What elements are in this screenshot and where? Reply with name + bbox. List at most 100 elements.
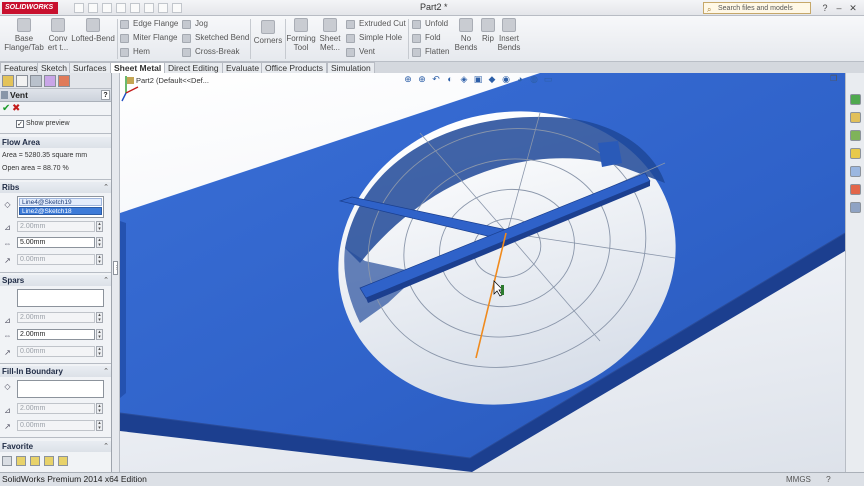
solidworks-logo[interactable]: SOLIDWORKS bbox=[2, 2, 58, 14]
edit-appearance-icon[interactable]: ◕ bbox=[515, 74, 525, 84]
undo-icon[interactable] bbox=[130, 3, 140, 13]
spars-depth-field[interactable]: 2.00mm bbox=[17, 312, 95, 323]
left-flange[interactable] bbox=[120, 221, 126, 398]
collapse-icon[interactable]: ⌃ bbox=[103, 182, 109, 193]
jog-button[interactable]: Jog bbox=[182, 18, 208, 30]
forming-tool-button[interactable]: Forming Tool bbox=[286, 18, 316, 52]
ribs-width-field[interactable]: 5.00mm bbox=[17, 237, 95, 248]
appearances-icon[interactable] bbox=[850, 184, 861, 195]
vent-button[interactable]: Vent bbox=[346, 46, 375, 58]
fill-in-boundary-header[interactable]: Fill-In Boundary ⌃ bbox=[0, 366, 111, 377]
viewport-restore-icon[interactable]: ❐ bbox=[830, 74, 837, 83]
ribs-width-spinner[interactable]: ▴ ▾ bbox=[96, 237, 103, 248]
tab-direct-editing[interactable]: Direct Editing bbox=[164, 62, 223, 73]
fill-in-listbox[interactable] bbox=[17, 380, 104, 398]
spars-width-spinner[interactable]: ▴ ▾ bbox=[96, 329, 103, 340]
no-bends-button[interactable]: No Bends bbox=[454, 18, 478, 52]
sheet-metal-gusset-button[interactable]: Sheet Met... bbox=[317, 18, 343, 52]
show-preview-checkbox[interactable]: ✓ bbox=[16, 120, 24, 128]
ribs-depth-spinner[interactable]: ▴ ▾ bbox=[96, 221, 103, 232]
fill-in-offset-spinner[interactable]: ▴ ▾ bbox=[96, 420, 103, 431]
help-icon[interactable]: ? bbox=[101, 90, 110, 100]
hem-button[interactable]: Hem bbox=[120, 46, 150, 58]
rebuild-icon[interactable] bbox=[158, 3, 168, 13]
hide-show-items-icon[interactable]: ◉ bbox=[501, 74, 511, 84]
favorite-save-icon[interactable] bbox=[44, 456, 54, 466]
apply-scene-icon[interactable]: ◍ bbox=[529, 74, 539, 84]
property-manager-icon[interactable] bbox=[16, 75, 28, 87]
collapse-icon[interactable]: ⌃ bbox=[103, 441, 109, 452]
spars-header[interactable]: Spars ⌃ bbox=[0, 275, 111, 286]
fill-in-depth-spinner[interactable]: ▴ ▾ bbox=[96, 403, 103, 414]
spars-offset-spinner[interactable]: ▴ ▾ bbox=[96, 346, 103, 357]
save-icon[interactable] bbox=[102, 3, 112, 13]
search-results-icon[interactable] bbox=[850, 148, 861, 159]
tab-simulation[interactable]: Simulation bbox=[327, 62, 375, 73]
print-icon[interactable] bbox=[116, 3, 126, 13]
extruded-cut-button[interactable]: Extruded Cut bbox=[346, 18, 406, 30]
cross-break-button[interactable]: Cross-Break bbox=[182, 46, 239, 58]
miter-flange-button[interactable]: Miter Flange bbox=[120, 32, 177, 44]
flatten-button[interactable]: Flatten bbox=[412, 46, 449, 58]
dim-xpert-icon[interactable] bbox=[44, 75, 56, 87]
collapse-icon[interactable]: ⌃ bbox=[103, 366, 109, 377]
display-manager-icon[interactable] bbox=[58, 75, 70, 87]
ok-button[interactable]: ✔ bbox=[2, 103, 10, 114]
help-icon[interactable]: ? bbox=[820, 3, 830, 13]
section-view-icon[interactable]: ◐ bbox=[445, 74, 455, 84]
favorite-header[interactable]: Favorite ⌃ bbox=[0, 441, 111, 452]
search-input[interactable]: ⌕ Search files and models bbox=[703, 2, 811, 14]
list-item[interactable]: Line4@Sketch19 bbox=[19, 198, 102, 206]
base-flange-button[interactable]: Base Flange/Tab bbox=[2, 18, 46, 52]
view-settings-icon[interactable]: ▭ bbox=[543, 74, 553, 84]
tab-features[interactable]: Features bbox=[0, 62, 42, 73]
convert-to-sheet-metal-button[interactable]: Conv ert t... bbox=[46, 18, 70, 52]
favorite-load-icon[interactable] bbox=[58, 456, 68, 466]
tab-evaluate[interactable]: Evaluate bbox=[222, 62, 264, 73]
solidworks-resources-icon[interactable] bbox=[850, 94, 861, 105]
view-palette-icon[interactable] bbox=[850, 166, 861, 177]
flow-area-header[interactable]: Flow Area bbox=[0, 137, 111, 148]
favorite-delete-icon[interactable] bbox=[30, 456, 40, 466]
spars-depth-spinner[interactable]: ▴ ▾ bbox=[96, 312, 103, 323]
open-file-icon[interactable] bbox=[88, 3, 98, 13]
favorite-no-icon[interactable] bbox=[2, 456, 12, 466]
design-library-icon[interactable] bbox=[850, 112, 861, 123]
view-orientation-icon[interactable]: ▣ bbox=[473, 74, 483, 84]
graphics-area[interactable]: Part2 (Default<<Def... ⊕ ⊕ ↶ ◐ ◈ ▣ ◆ ◉ ◕… bbox=[120, 73, 845, 472]
simple-hole-button[interactable]: Simple Hole bbox=[346, 32, 402, 44]
tab-sketch[interactable]: Sketch bbox=[37, 62, 71, 73]
spars-width-field[interactable]: 2.00mm bbox=[17, 329, 95, 340]
options-icon[interactable] bbox=[172, 3, 182, 13]
dynamic-annotation-icon[interactable]: ◈ bbox=[459, 74, 469, 84]
ribs-depth-field[interactable]: 2.00mm bbox=[17, 221, 95, 232]
fill-in-offset-field[interactable]: 0.00mm bbox=[17, 420, 95, 431]
spars-listbox[interactable] bbox=[17, 289, 104, 307]
close-button[interactable]: ✕ bbox=[848, 3, 858, 14]
collapse-icon[interactable]: ⌃ bbox=[103, 275, 109, 286]
tab-surfaces[interactable]: Surfaces bbox=[69, 62, 111, 73]
tab-office-products[interactable]: Office Products bbox=[261, 62, 327, 73]
panel-splitter[interactable]: ⋮ bbox=[112, 73, 120, 472]
corners-button[interactable]: Corners bbox=[252, 20, 284, 45]
unit-system[interactable]: MMGS bbox=[786, 473, 811, 486]
minimize-button[interactable]: – bbox=[834, 3, 844, 13]
custom-properties-icon[interactable] bbox=[850, 202, 861, 213]
cancel-button[interactable]: ✖ bbox=[12, 103, 20, 114]
edge-flange-button[interactable]: Edge Flange bbox=[120, 18, 178, 30]
list-item[interactable]: Line2@Sketch18 bbox=[19, 207, 102, 215]
display-style-icon[interactable]: ◆ bbox=[487, 74, 497, 84]
part-model[interactable] bbox=[120, 73, 845, 472]
file-explorer-icon[interactable] bbox=[850, 130, 861, 141]
zoom-to-fit-icon[interactable]: ⊕ bbox=[403, 74, 413, 84]
fill-in-depth-field[interactable]: 2.00mm bbox=[17, 403, 95, 414]
ribs-offset-spinner[interactable]: ▴ ▾ bbox=[96, 254, 103, 265]
zoom-to-area-icon[interactable]: ⊕ bbox=[417, 74, 427, 84]
favorite-add-icon[interactable] bbox=[16, 456, 26, 466]
unfold-button[interactable]: Unfold bbox=[412, 18, 448, 30]
new-document-icon[interactable] bbox=[74, 3, 84, 13]
feature-manager-icon[interactable] bbox=[2, 75, 14, 87]
ribs-header[interactable]: Ribs ⌃ bbox=[0, 182, 111, 193]
insert-bends-button[interactable]: Insert Bends bbox=[497, 18, 521, 52]
splitter-grip-icon[interactable]: ⋮ bbox=[113, 261, 119, 275]
